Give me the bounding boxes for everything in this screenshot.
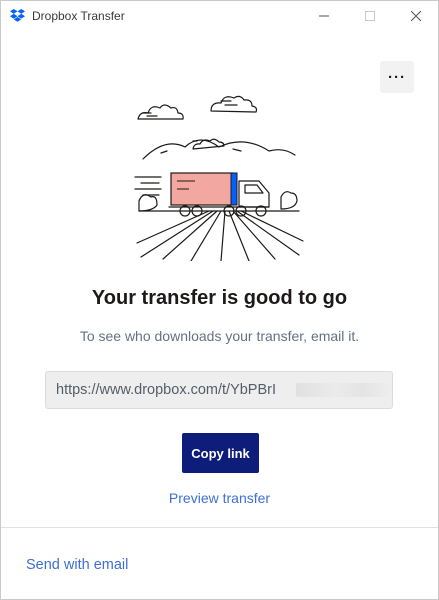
instruction-text: To see who downloads your transfer, emai… — [79, 328, 360, 344]
transfer-link-field[interactable] — [45, 371, 393, 409]
minimize-icon — [319, 15, 329, 17]
footer-divider — [1, 527, 438, 528]
more-options-button[interactable]: ··· — [380, 61, 414, 93]
dropbox-transfer-window: Dropbox Transfer ··· Your transfer is go… — [0, 0, 439, 600]
close-button[interactable] — [393, 1, 439, 31]
transfer-link-input[interactable] — [46, 372, 288, 408]
ellipsis-icon: ··· — [388, 68, 406, 86]
redacted-link-segment — [295, 383, 392, 397]
minimize-button[interactable] — [301, 1, 347, 31]
dropbox-logo-icon — [10, 9, 25, 22]
close-icon — [411, 11, 421, 21]
title-bar: Dropbox Transfer — [1, 1, 438, 31]
maximize-button[interactable] — [347, 1, 393, 31]
page-title: Your transfer is good to go — [91, 287, 348, 309]
preview-transfer-link[interactable]: Preview transfer — [1, 490, 438, 506]
window-title: Dropbox Transfer — [32, 9, 125, 23]
send-with-email-link[interactable]: Send with email — [26, 557, 128, 573]
copy-link-button[interactable]: Copy link — [182, 433, 259, 473]
maximize-icon — [365, 11, 375, 21]
delivery-truck-illustration — [134, 95, 304, 261]
